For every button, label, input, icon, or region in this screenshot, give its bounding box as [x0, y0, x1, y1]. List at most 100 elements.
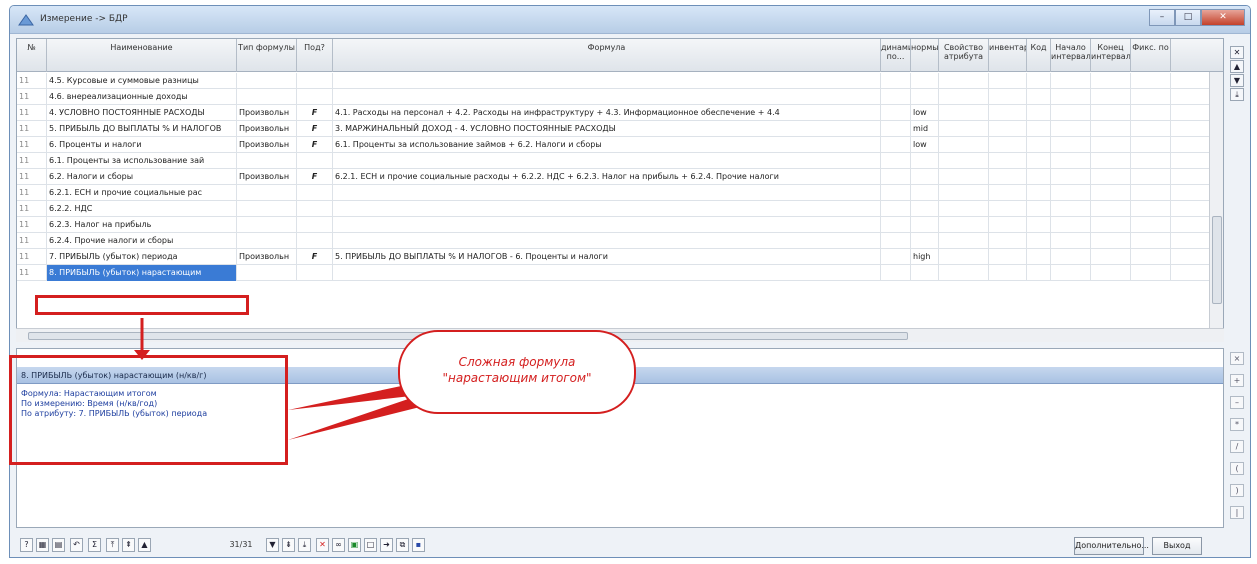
row-type-cell[interactable]: Произвольн: [237, 105, 297, 121]
row-formula-flag-cell[interactable]: [297, 265, 333, 281]
row-type-cell[interactable]: Произвольн: [237, 249, 297, 265]
row-start-cell[interactable]: [1051, 249, 1091, 265]
last-record-icon[interactable]: ⤓: [298, 538, 311, 552]
row-formula-cell[interactable]: [333, 265, 881, 281]
row-formula-flag-cell[interactable]: [297, 73, 333, 89]
row-attr-cell[interactable]: [939, 185, 989, 201]
row-number-cell[interactable]: 11: [17, 73, 47, 89]
row-formula-cell[interactable]: [333, 185, 881, 201]
row-type-cell[interactable]: [237, 89, 297, 105]
row-norm-cell[interactable]: [911, 201, 939, 217]
row-start-cell[interactable]: [1051, 121, 1091, 137]
row-end-cell[interactable]: [1091, 121, 1131, 137]
row-end-cell[interactable]: [1091, 185, 1131, 201]
add-icon[interactable]: ▣: [348, 538, 361, 552]
row-start-cell[interactable]: [1051, 265, 1091, 281]
first-record-icon[interactable]: ⤒: [106, 538, 119, 552]
row-attr-cell[interactable]: [939, 201, 989, 217]
row-norm-cell[interactable]: [911, 169, 939, 185]
row-type-cell[interactable]: [237, 201, 297, 217]
move-up-icon[interactable]: ▲: [1230, 60, 1244, 73]
row-inv-cell[interactable]: [989, 265, 1027, 281]
row-dynamics-cell[interactable]: [881, 217, 911, 233]
row-norm-cell[interactable]: low: [911, 105, 939, 121]
row-number-cell[interactable]: 11: [17, 233, 47, 249]
table-row[interactable]: 11 6. Проценты и налоги Произвольн F 6.1. Пр…: [17, 137, 1223, 153]
table-row[interactable]: 11 8. ПРИБЫЛЬ (убыток) нарастающим: [17, 265, 1223, 281]
row-formula-flag-cell[interactable]: F: [297, 249, 333, 265]
col-norm-header[interactable]: нормы: [911, 39, 939, 72]
row-formula-cell[interactable]: 5. ПРИБЫЛЬ ДО ВЫПЛАТЫ % И НАЛОГОВ - 6. П…: [333, 249, 881, 265]
col-attr-header[interactable]: Свойство атрибута: [939, 39, 989, 72]
close-panel-icon[interactable]: ✕: [1230, 46, 1244, 59]
undo-icon[interactable]: ↶: [70, 538, 83, 552]
table-row[interactable]: 11 6.2.3. Налог на прибыль: [17, 217, 1223, 233]
row-name-cell[interactable]: 6. Проценты и налоги: [47, 137, 237, 153]
row-formula-cell[interactable]: [333, 89, 881, 105]
minimize-button[interactable]: –: [1149, 9, 1175, 26]
row-name-cell[interactable]: 4. УСЛОВНО ПОСТОЯННЫЕ РАСХОДЫ: [47, 105, 237, 121]
row-attr-cell[interactable]: [939, 105, 989, 121]
row-number-cell[interactable]: 11: [17, 89, 47, 105]
row-inv-cell[interactable]: [989, 137, 1027, 153]
row-type-cell[interactable]: [237, 233, 297, 249]
row-formula-flag-cell[interactable]: F: [297, 105, 333, 121]
table-row[interactable]: 11 4.5. Курсовые и суммовые разницы: [17, 73, 1223, 89]
row-start-cell[interactable]: [1051, 201, 1091, 217]
row-formula-flag-cell[interactable]: [297, 201, 333, 217]
row-start-cell[interactable]: [1051, 169, 1091, 185]
row-code-cell[interactable]: [1027, 153, 1051, 169]
vertical-scrollbar[interactable]: [1209, 72, 1223, 341]
row-attr-cell[interactable]: [939, 249, 989, 265]
arrow-icon[interactable]: ➜: [380, 538, 393, 552]
row-attr-cell[interactable]: [939, 233, 989, 249]
row-name-cell[interactable]: 6.2.3. Налог на прибыль: [47, 217, 237, 233]
row-formula-cell[interactable]: [333, 73, 881, 89]
row-dynamics-cell[interactable]: [881, 265, 911, 281]
move-last-icon[interactable]: ⤓: [1230, 88, 1244, 101]
row-formula-flag-cell[interactable]: [297, 89, 333, 105]
row-inv-cell[interactable]: [989, 105, 1027, 121]
table-row[interactable]: 11 6.1. Проценты за использование зай: [17, 153, 1223, 169]
col-code-header[interactable]: Код: [1027, 39, 1051, 72]
row-fix-cell[interactable]: [1131, 73, 1171, 89]
table-row[interactable]: 11 6.2. Налоги и сборы Произвольн F 6.2.1. Е…: [17, 169, 1223, 185]
row-code-cell[interactable]: [1027, 169, 1051, 185]
row-dynamics-cell[interactable]: [881, 105, 911, 121]
divide-icon[interactable]: /: [1230, 440, 1244, 453]
row-start-cell[interactable]: [1051, 137, 1091, 153]
save-icon[interactable]: ▪: [412, 538, 425, 552]
row-name-cell[interactable]: 5. ПРИБЫЛЬ ДО ВЫПЛАТЫ % И НАЛОГОВ: [47, 121, 237, 137]
row-end-cell[interactable]: [1091, 137, 1131, 153]
row-number-cell[interactable]: 11: [17, 105, 47, 121]
plus-icon[interactable]: +: [1230, 374, 1244, 387]
row-norm-cell[interactable]: [911, 153, 939, 169]
row-inv-cell[interactable]: [989, 73, 1027, 89]
extra-icon[interactable]: |: [1230, 506, 1244, 519]
row-start-cell[interactable]: [1051, 217, 1091, 233]
row-norm-cell[interactable]: [911, 217, 939, 233]
next-page-icon[interactable]: ⇟: [282, 538, 295, 552]
col-name-header[interactable]: Наименование: [47, 39, 237, 72]
document-icon[interactable]: ▤: [52, 538, 65, 552]
row-number-cell[interactable]: 11: [17, 153, 47, 169]
row-norm-cell[interactable]: [911, 185, 939, 201]
col-dynamics-header[interactable]: динамики по...: [881, 39, 911, 72]
row-inv-cell[interactable]: [989, 217, 1027, 233]
open-paren-icon[interactable]: (: [1230, 462, 1244, 475]
prev-page-icon[interactable]: ⇞: [122, 538, 135, 552]
next-record-icon[interactable]: ▼: [266, 538, 279, 552]
row-number-cell[interactable]: 11: [17, 201, 47, 217]
row-end-cell[interactable]: [1091, 89, 1131, 105]
multiply-icon[interactable]: *: [1230, 418, 1244, 431]
row-fix-cell[interactable]: [1131, 121, 1171, 137]
row-number-cell[interactable]: 11: [17, 185, 47, 201]
minus-icon[interactable]: –: [1230, 396, 1244, 409]
row-code-cell[interactable]: [1027, 217, 1051, 233]
table-row[interactable]: 11 4.6. внереализационные доходы: [17, 89, 1223, 105]
row-number-cell[interactable]: 11: [17, 121, 47, 137]
row-name-cell[interactable]: 8. ПРИБЫЛЬ (убыток) нарастающим: [47, 265, 237, 281]
row-code-cell[interactable]: [1027, 265, 1051, 281]
row-code-cell[interactable]: [1027, 185, 1051, 201]
row-fix-cell[interactable]: [1131, 169, 1171, 185]
